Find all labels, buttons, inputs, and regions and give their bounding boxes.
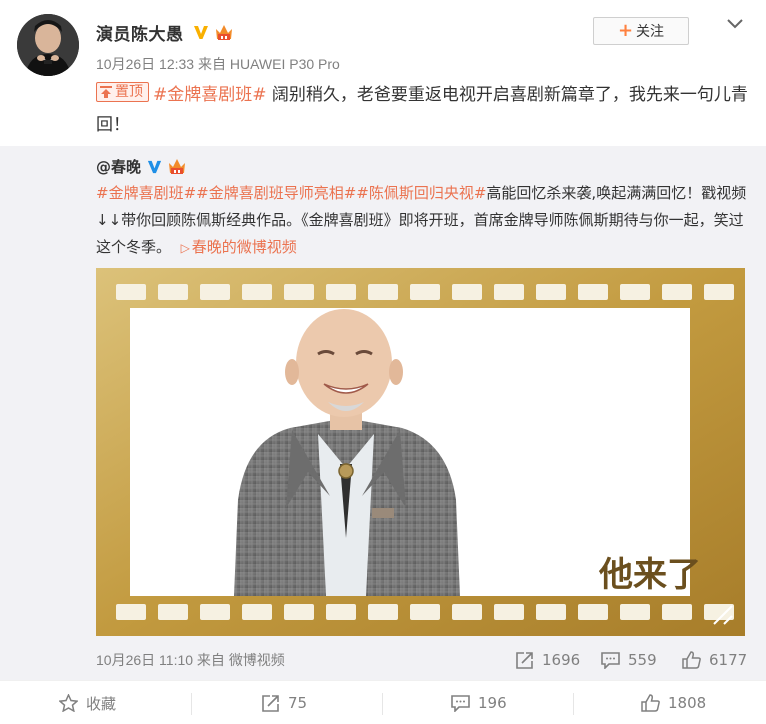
action-bar: 收藏 75 196 1808 (0, 680, 766, 724)
repost-box: @春晚 #金牌喜剧班##金牌喜剧班导师亮相##陈佩斯回归央视#高能回忆杀来袭,唤… (0, 146, 766, 680)
repost-author[interactable]: @春晚 (96, 156, 141, 177)
repost-comments-value: 559 (628, 651, 657, 669)
follow-button[interactable]: + 关注 (593, 17, 689, 45)
comment-count: 196 (478, 694, 507, 712)
repost-count: 75 (288, 694, 308, 712)
verified-v-icon (147, 160, 162, 173)
like-button[interactable]: 1808 (641, 681, 706, 724)
repost-reposts-value: 1696 (542, 651, 581, 669)
repost-footer: 10月26日 11:10 来自 微博视频 1696 559 6177 (96, 648, 747, 674)
comment-icon (451, 694, 470, 712)
repost-source: 微博视频 (228, 652, 285, 668)
repost-text: #金牌喜剧班##金牌喜剧班导师亮相##陈佩斯回归央视#高能回忆杀来袭,唤起满满回… (96, 180, 752, 262)
film-sprockets-bottom (116, 604, 734, 620)
repost-date[interactable]: 10月26日 11:10 (96, 652, 193, 668)
video-player[interactable]: 他来了 (96, 268, 745, 636)
post-hashtag[interactable]: #金牌喜剧班# (153, 85, 267, 105)
post-text: 置顶 #金牌喜剧班# 阔别稍久，老爸要重返电视开启喜剧新篇章了，我先来一句儿青回！ (96, 80, 752, 140)
author-line: 演员陈大愚 (96, 19, 235, 45)
pin-badge: 置顶 (96, 82, 149, 102)
video-caption: 他来了 (598, 555, 701, 595)
repost-author-line: @春晚 (96, 154, 188, 178)
film-sprockets-top (116, 284, 734, 300)
star-icon (59, 694, 78, 712)
author-name[interactable]: 演员陈大愚 (96, 20, 184, 45)
video-link[interactable]: ▷ 春晚的微博视频 (181, 238, 297, 256)
comment-icon (601, 651, 620, 669)
divider (382, 693, 383, 715)
video-caption-text: 他来了 (598, 555, 701, 595)
repost-like-count[interactable]: 6177 (682, 648, 747, 672)
verified-v-icon (193, 26, 208, 39)
repost-hashtag[interactable]: #金牌喜剧班导师亮相# (196, 184, 356, 202)
favorite-label: 收藏 (86, 694, 117, 713)
repost-comment-count[interactable]: 559 (601, 648, 657, 672)
follow-label: 关注 (636, 24, 665, 40)
favorite-button[interactable]: 收藏 (59, 681, 116, 724)
repost-repost-count[interactable]: 1696 (515, 648, 580, 672)
play-icon: ▷ (180, 241, 190, 255)
post-meta: 10月26日 12:33 来自 HUAWEI P30 Pro (96, 54, 340, 74)
repost-meta: 10月26日 11:10 来自 微博视频 (96, 650, 285, 670)
divider (573, 693, 574, 715)
like-count: 1808 (668, 694, 707, 712)
divider (191, 693, 192, 715)
vip-crown-icon[interactable] (213, 22, 235, 42)
repost-icon (262, 694, 279, 712)
post-date[interactable]: 10月26日 12:33 (96, 56, 194, 72)
comment-button[interactable]: 196 (451, 681, 507, 724)
repost-hashtag[interactable]: #陈佩斯回归央视# (356, 184, 486, 202)
video-link-label: 春晚的微博视频 (191, 238, 297, 256)
avatar[interactable] (17, 14, 79, 76)
repost-icon (516, 651, 533, 669)
post-source: HUAWEI P30 Pro (229, 56, 340, 72)
pin-label: 置顶 (115, 84, 143, 100)
like-icon (641, 694, 660, 712)
chevron-down-icon[interactable] (726, 18, 744, 30)
repost-button[interactable]: 75 (261, 681, 307, 724)
video-thumbnail: 他来了 (96, 268, 745, 636)
like-icon (682, 651, 701, 669)
plus-icon: + (617, 20, 634, 41)
repost-hashtag[interactable]: #金牌喜剧班# (96, 184, 196, 202)
repost-likes-value: 6177 (709, 651, 748, 669)
vip-crown-icon[interactable] (166, 156, 188, 176)
avatar-image (17, 14, 79, 76)
post-source-prefix: 来自 (197, 56, 226, 72)
pin-top-icon (100, 86, 112, 98)
repost-source-prefix: 来自 (196, 652, 225, 668)
